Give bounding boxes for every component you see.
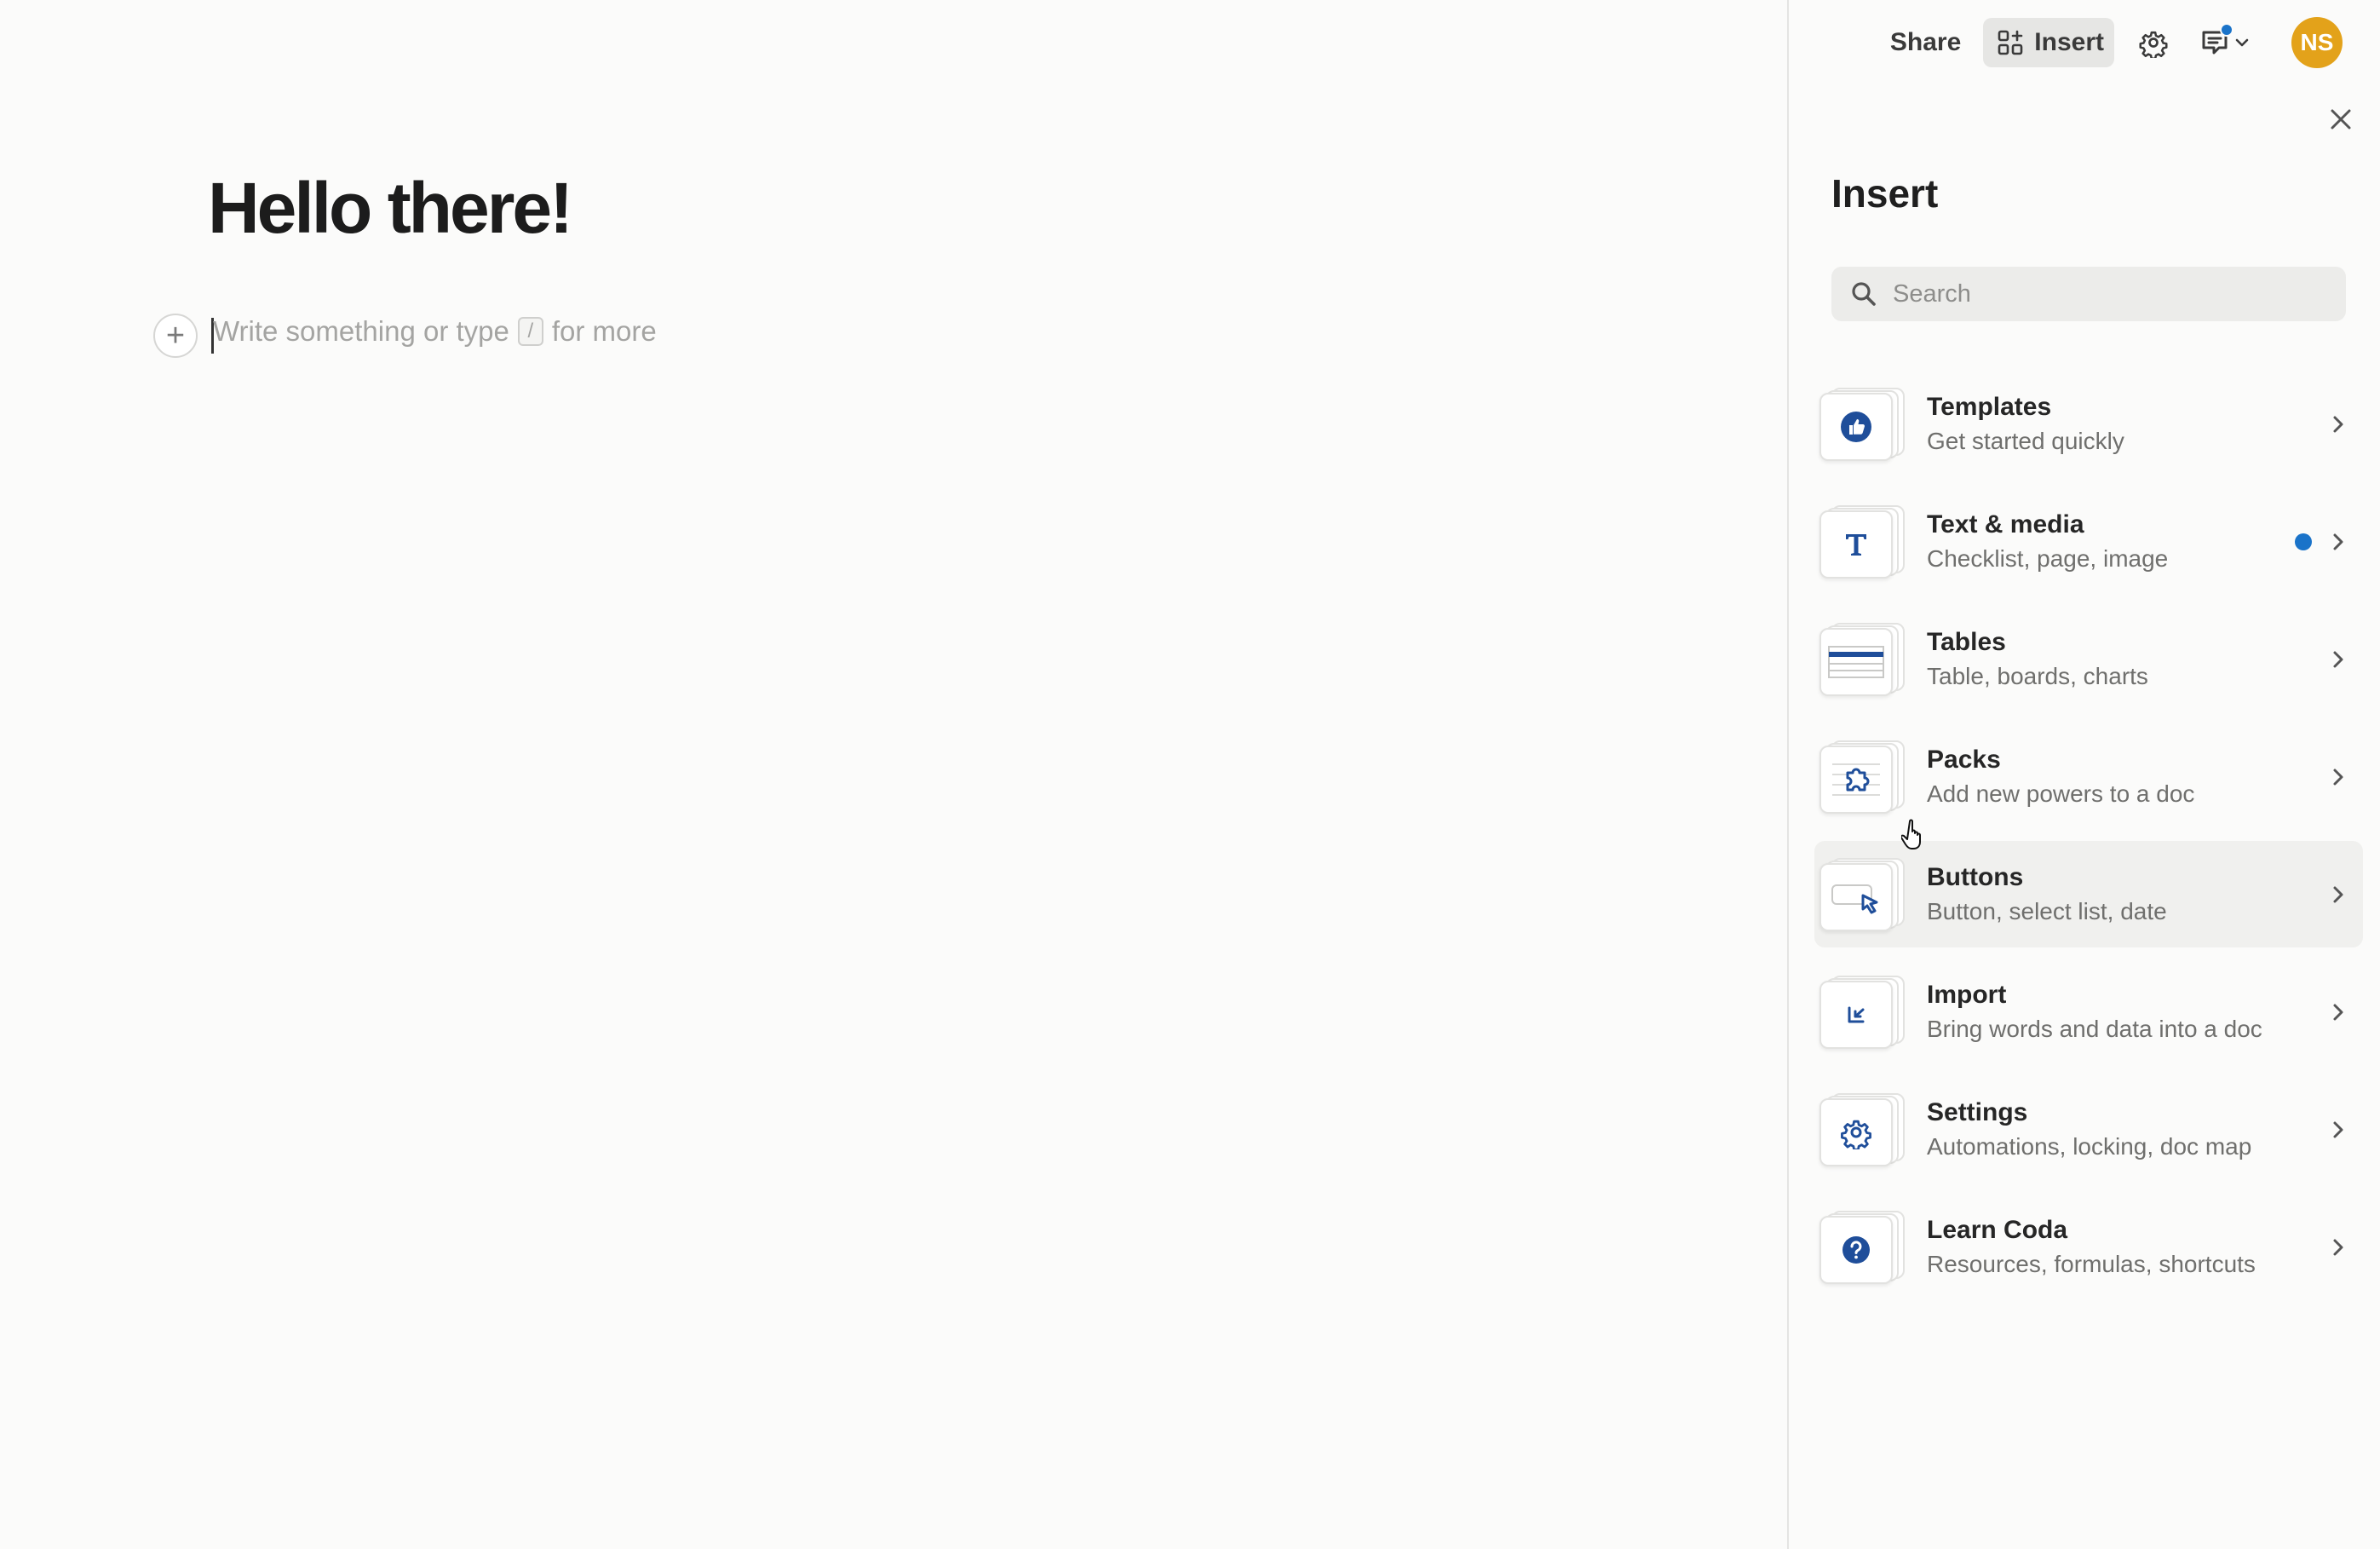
app-window: Hello there! + Write something or type /…: [0, 0, 2380, 1549]
item-icon-stack: [1819, 622, 1905, 696]
chevron-right-icon: [2325, 1235, 2351, 1260]
item-title: Packs: [1927, 745, 2001, 774]
chevron-right-icon: [2325, 764, 2351, 790]
document-editor: Hello there! + Write something or type /…: [0, 0, 1787, 1549]
placeholder-text-end: for more: [551, 315, 657, 347]
gear-icon: [2139, 31, 2168, 58]
add-block-button[interactable]: +: [153, 314, 198, 358]
gear-icon: [1841, 1120, 1871, 1149]
insert-item-learn-coda[interactable]: Learn Coda Resources, formulas, shortcut…: [1814, 1194, 2363, 1300]
item-title: Templates: [1927, 392, 2052, 421]
chevron-right-icon: [2325, 999, 2351, 1025]
search-icon: [1852, 282, 1876, 306]
doc-settings-button[interactable]: [2131, 20, 2176, 65]
insert-item-packs[interactable]: Packs Add new powers to a doc: [1814, 723, 2363, 830]
item-subtitle: Resources, formulas, shortcuts: [1927, 1250, 2256, 1277]
item-title: Tables: [1927, 627, 2006, 656]
top-toolbar: Share Insert NS: [1885, 17, 2343, 68]
item-subtitle: Add new powers to a doc: [1927, 780, 2195, 807]
item-title: Import: [1927, 980, 2007, 1009]
notification-dot: [2220, 23, 2233, 37]
slash-key-hint: /: [517, 317, 543, 346]
chevron-right-icon: [2325, 1117, 2351, 1143]
thumbs-up-icon: [1841, 411, 1871, 442]
chevron-down-icon: [2235, 38, 2249, 47]
text-t-icon: [1846, 533, 1866, 556]
insert-panel: Insert Search Templates Get started quic…: [1787, 0, 2380, 1549]
item-subtitle: Table, boards, charts: [1927, 662, 2148, 689]
editor-placeholder[interactable]: Write something or type / for more: [213, 315, 657, 348]
insert-item-buttons[interactable]: Buttons Button, select list, date: [1814, 841, 2363, 947]
item-title: Settings: [1927, 1097, 2028, 1126]
panel-title: Insert: [1831, 171, 1939, 216]
insert-category-list: Templates Get started quickly Text & med…: [1814, 371, 2363, 1311]
item-title: Learn Coda: [1927, 1215, 2068, 1244]
chevron-right-icon: [2325, 647, 2351, 672]
close-icon: [2331, 109, 2351, 130]
item-icon-stack: [1819, 387, 1905, 461]
item-icon-stack: [1819, 975, 1905, 1049]
chevron-right-icon: [2325, 882, 2351, 907]
user-avatar[interactable]: NS: [2291, 17, 2343, 68]
grid-icon: [1998, 30, 2023, 55]
item-subtitle: Bring words and data into a doc: [1927, 1015, 2262, 1042]
comments-menu-button[interactable]: [2193, 20, 2257, 65]
placeholder-text-start: Write something or type: [213, 315, 509, 347]
item-subtitle: Checklist, page, image: [1927, 544, 2169, 572]
insert-button[interactable]: Insert: [1983, 18, 2114, 67]
item-subtitle: Button, select list, date: [1927, 897, 2167, 924]
page-title[interactable]: Hello there!: [208, 167, 573, 250]
item-title: Buttons: [1927, 862, 2024, 891]
close-panel-button[interactable]: [2322, 101, 2360, 138]
item-title: Text & media: [1927, 510, 2084, 538]
item-icon-stack: [1819, 740, 1905, 814]
button-cursor-icon: [1831, 884, 1878, 913]
insert-item-text-media[interactable]: Text & media Checklist, page, image: [1814, 488, 2363, 595]
import-icon: [1848, 1006, 1865, 1022]
insert-item-templates[interactable]: Templates Get started quickly: [1814, 371, 2363, 477]
hand-pointer-cursor-icon: [1901, 819, 1921, 849]
puzzle-icon: [1832, 763, 1880, 796]
insert-button-label: Insert: [2034, 28, 2104, 56]
search-box[interactable]: [1831, 267, 2346, 321]
item-icon-stack: [1819, 857, 1905, 931]
insert-item-import[interactable]: Import Bring words and data into a doc: [1814, 959, 2363, 1065]
chevron-right-icon: [2325, 529, 2351, 555]
item-icon-stack: [1819, 504, 1905, 579]
insert-item-tables[interactable]: Tables Table, boards, charts: [1814, 606, 2363, 712]
insert-item-settings[interactable]: Settings Automations, locking, doc map: [1814, 1076, 2363, 1183]
item-subtitle: Automations, locking, doc map: [1927, 1132, 2252, 1160]
item-icon-stack: [1819, 1210, 1905, 1284]
question-icon: [1842, 1235, 1870, 1264]
plus-icon: +: [165, 318, 186, 354]
table-icon: [1828, 645, 1884, 678]
chevron-right-icon: [2325, 412, 2351, 437]
item-subtitle: Get started quickly: [1927, 427, 2124, 454]
share-button[interactable]: Share: [1885, 28, 1966, 57]
search-input[interactable]: [1893, 279, 2336, 308]
item-icon-stack: [1819, 1092, 1905, 1166]
new-indicator-dot: [2295, 533, 2312, 550]
